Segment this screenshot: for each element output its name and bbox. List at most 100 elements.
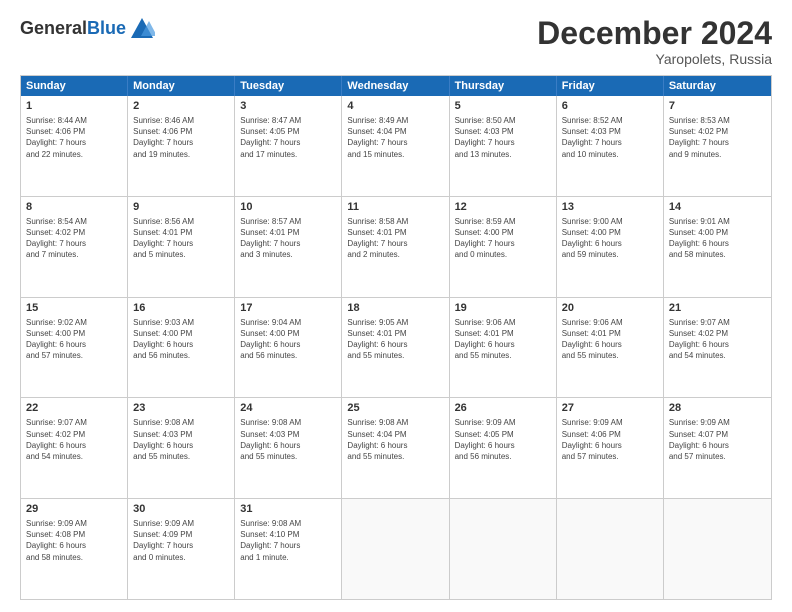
day-info: Sunrise: 8:44 AM Sunset: 4:06 PM Dayligh… [26,115,122,160]
calendar-week-2: 8Sunrise: 8:54 AM Sunset: 4:02 PM Daylig… [21,197,771,298]
day-cell-26: 26Sunrise: 9:09 AM Sunset: 4:05 PM Dayli… [450,398,557,498]
day-header-tuesday: Tuesday [235,76,342,96]
day-number: 1 [26,99,122,114]
day-number: 13 [562,200,658,215]
day-info: Sunrise: 9:02 AM Sunset: 4:00 PM Dayligh… [26,317,122,362]
day-info: Sunrise: 8:52 AM Sunset: 4:03 PM Dayligh… [562,115,658,160]
day-info: Sunrise: 9:07 AM Sunset: 4:02 PM Dayligh… [26,417,122,462]
day-cell-18: 18Sunrise: 9:05 AM Sunset: 4:01 PM Dayli… [342,298,449,398]
day-info: Sunrise: 9:07 AM Sunset: 4:02 PM Dayligh… [669,317,766,362]
day-number: 3 [240,99,336,114]
day-info: Sunrise: 9:03 AM Sunset: 4:00 PM Dayligh… [133,317,229,362]
day-info: Sunrise: 8:50 AM Sunset: 4:03 PM Dayligh… [455,115,551,160]
day-number: 22 [26,401,122,416]
calendar-week-5: 29Sunrise: 9:09 AM Sunset: 4:08 PM Dayli… [21,499,771,599]
day-info: Sunrise: 9:08 AM Sunset: 4:10 PM Dayligh… [240,518,336,563]
day-info: Sunrise: 8:53 AM Sunset: 4:02 PM Dayligh… [669,115,766,160]
day-cell-30: 30Sunrise: 9:09 AM Sunset: 4:09 PM Dayli… [128,499,235,599]
day-number: 28 [669,401,766,416]
day-cell-20: 20Sunrise: 9:06 AM Sunset: 4:01 PM Dayli… [557,298,664,398]
day-info: Sunrise: 8:59 AM Sunset: 4:00 PM Dayligh… [455,216,551,261]
day-number: 19 [455,301,551,316]
empty-cell [450,499,557,599]
day-info: Sunrise: 9:09 AM Sunset: 4:08 PM Dayligh… [26,518,122,563]
day-cell-19: 19Sunrise: 9:06 AM Sunset: 4:01 PM Dayli… [450,298,557,398]
day-info: Sunrise: 9:06 AM Sunset: 4:01 PM Dayligh… [455,317,551,362]
day-header-sunday: Sunday [21,76,128,96]
day-number: 24 [240,401,336,416]
day-number: 20 [562,301,658,316]
logo-icon [129,16,155,42]
day-cell-28: 28Sunrise: 9:09 AM Sunset: 4:07 PM Dayli… [664,398,771,498]
day-number: 30 [133,502,229,517]
day-number: 18 [347,301,443,316]
day-number: 31 [240,502,336,517]
day-number: 6 [562,99,658,114]
calendar-body: 1Sunrise: 8:44 AM Sunset: 4:06 PM Daylig… [21,96,771,599]
logo-text: GeneralBlue [20,19,126,39]
day-info: Sunrise: 8:46 AM Sunset: 4:06 PM Dayligh… [133,115,229,160]
calendar: SundayMondayTuesdayWednesdayThursdayFrid… [20,75,772,600]
day-cell-16: 16Sunrise: 9:03 AM Sunset: 4:00 PM Dayli… [128,298,235,398]
day-info: Sunrise: 8:56 AM Sunset: 4:01 PM Dayligh… [133,216,229,261]
day-number: 29 [26,502,122,517]
empty-cell [664,499,771,599]
day-cell-3: 3Sunrise: 8:47 AM Sunset: 4:05 PM Daylig… [235,96,342,196]
day-cell-31: 31Sunrise: 9:08 AM Sunset: 4:10 PM Dayli… [235,499,342,599]
day-cell-24: 24Sunrise: 9:08 AM Sunset: 4:03 PM Dayli… [235,398,342,498]
day-number: 12 [455,200,551,215]
day-info: Sunrise: 9:09 AM Sunset: 4:05 PM Dayligh… [455,417,551,462]
day-cell-22: 22Sunrise: 9:07 AM Sunset: 4:02 PM Dayli… [21,398,128,498]
day-header-saturday: Saturday [664,76,771,96]
title-block: December 2024 Yaropolets, Russia [537,16,772,67]
day-cell-21: 21Sunrise: 9:07 AM Sunset: 4:02 PM Dayli… [664,298,771,398]
day-info: Sunrise: 8:49 AM Sunset: 4:04 PM Dayligh… [347,115,443,160]
day-info: Sunrise: 9:05 AM Sunset: 4:01 PM Dayligh… [347,317,443,362]
day-cell-23: 23Sunrise: 9:08 AM Sunset: 4:03 PM Dayli… [128,398,235,498]
day-cell-2: 2Sunrise: 8:46 AM Sunset: 4:06 PM Daylig… [128,96,235,196]
day-cell-9: 9Sunrise: 8:56 AM Sunset: 4:01 PM Daylig… [128,197,235,297]
calendar-week-3: 15Sunrise: 9:02 AM Sunset: 4:00 PM Dayli… [21,298,771,399]
day-number: 15 [26,301,122,316]
calendar-week-1: 1Sunrise: 8:44 AM Sunset: 4:06 PM Daylig… [21,96,771,197]
empty-cell [342,499,449,599]
day-info: Sunrise: 9:08 AM Sunset: 4:03 PM Dayligh… [240,417,336,462]
day-number: 17 [240,301,336,316]
month-title: December 2024 [537,16,772,51]
day-number: 10 [240,200,336,215]
day-number: 8 [26,200,122,215]
calendar-week-4: 22Sunrise: 9:07 AM Sunset: 4:02 PM Dayli… [21,398,771,499]
day-number: 16 [133,301,229,316]
day-cell-11: 11Sunrise: 8:58 AM Sunset: 4:01 PM Dayli… [342,197,449,297]
location: Yaropolets, Russia [537,51,772,67]
day-info: Sunrise: 8:58 AM Sunset: 4:01 PM Dayligh… [347,216,443,261]
day-info: Sunrise: 8:54 AM Sunset: 4:02 PM Dayligh… [26,216,122,261]
day-number: 23 [133,401,229,416]
day-number: 21 [669,301,766,316]
day-number: 5 [455,99,551,114]
day-cell-4: 4Sunrise: 8:49 AM Sunset: 4:04 PM Daylig… [342,96,449,196]
day-info: Sunrise: 9:01 AM Sunset: 4:00 PM Dayligh… [669,216,766,261]
day-number: 7 [669,99,766,114]
day-info: Sunrise: 9:09 AM Sunset: 4:07 PM Dayligh… [669,417,766,462]
day-number: 25 [347,401,443,416]
day-number: 26 [455,401,551,416]
day-number: 2 [133,99,229,114]
day-cell-7: 7Sunrise: 8:53 AM Sunset: 4:02 PM Daylig… [664,96,771,196]
day-cell-10: 10Sunrise: 8:57 AM Sunset: 4:01 PM Dayli… [235,197,342,297]
day-cell-8: 8Sunrise: 8:54 AM Sunset: 4:02 PM Daylig… [21,197,128,297]
day-cell-14: 14Sunrise: 9:01 AM Sunset: 4:00 PM Dayli… [664,197,771,297]
page: GeneralBlue December 2024 Yaropolets, Ru… [0,0,792,612]
day-info: Sunrise: 9:08 AM Sunset: 4:03 PM Dayligh… [133,417,229,462]
day-header-monday: Monday [128,76,235,96]
day-cell-29: 29Sunrise: 9:09 AM Sunset: 4:08 PM Dayli… [21,499,128,599]
day-header-thursday: Thursday [450,76,557,96]
day-cell-25: 25Sunrise: 9:08 AM Sunset: 4:04 PM Dayli… [342,398,449,498]
header: GeneralBlue December 2024 Yaropolets, Ru… [20,16,772,67]
day-header-wednesday: Wednesday [342,76,449,96]
day-number: 9 [133,200,229,215]
day-info: Sunrise: 9:09 AM Sunset: 4:09 PM Dayligh… [133,518,229,563]
day-cell-12: 12Sunrise: 8:59 AM Sunset: 4:00 PM Dayli… [450,197,557,297]
day-info: Sunrise: 9:00 AM Sunset: 4:00 PM Dayligh… [562,216,658,261]
day-info: Sunrise: 9:04 AM Sunset: 4:00 PM Dayligh… [240,317,336,362]
